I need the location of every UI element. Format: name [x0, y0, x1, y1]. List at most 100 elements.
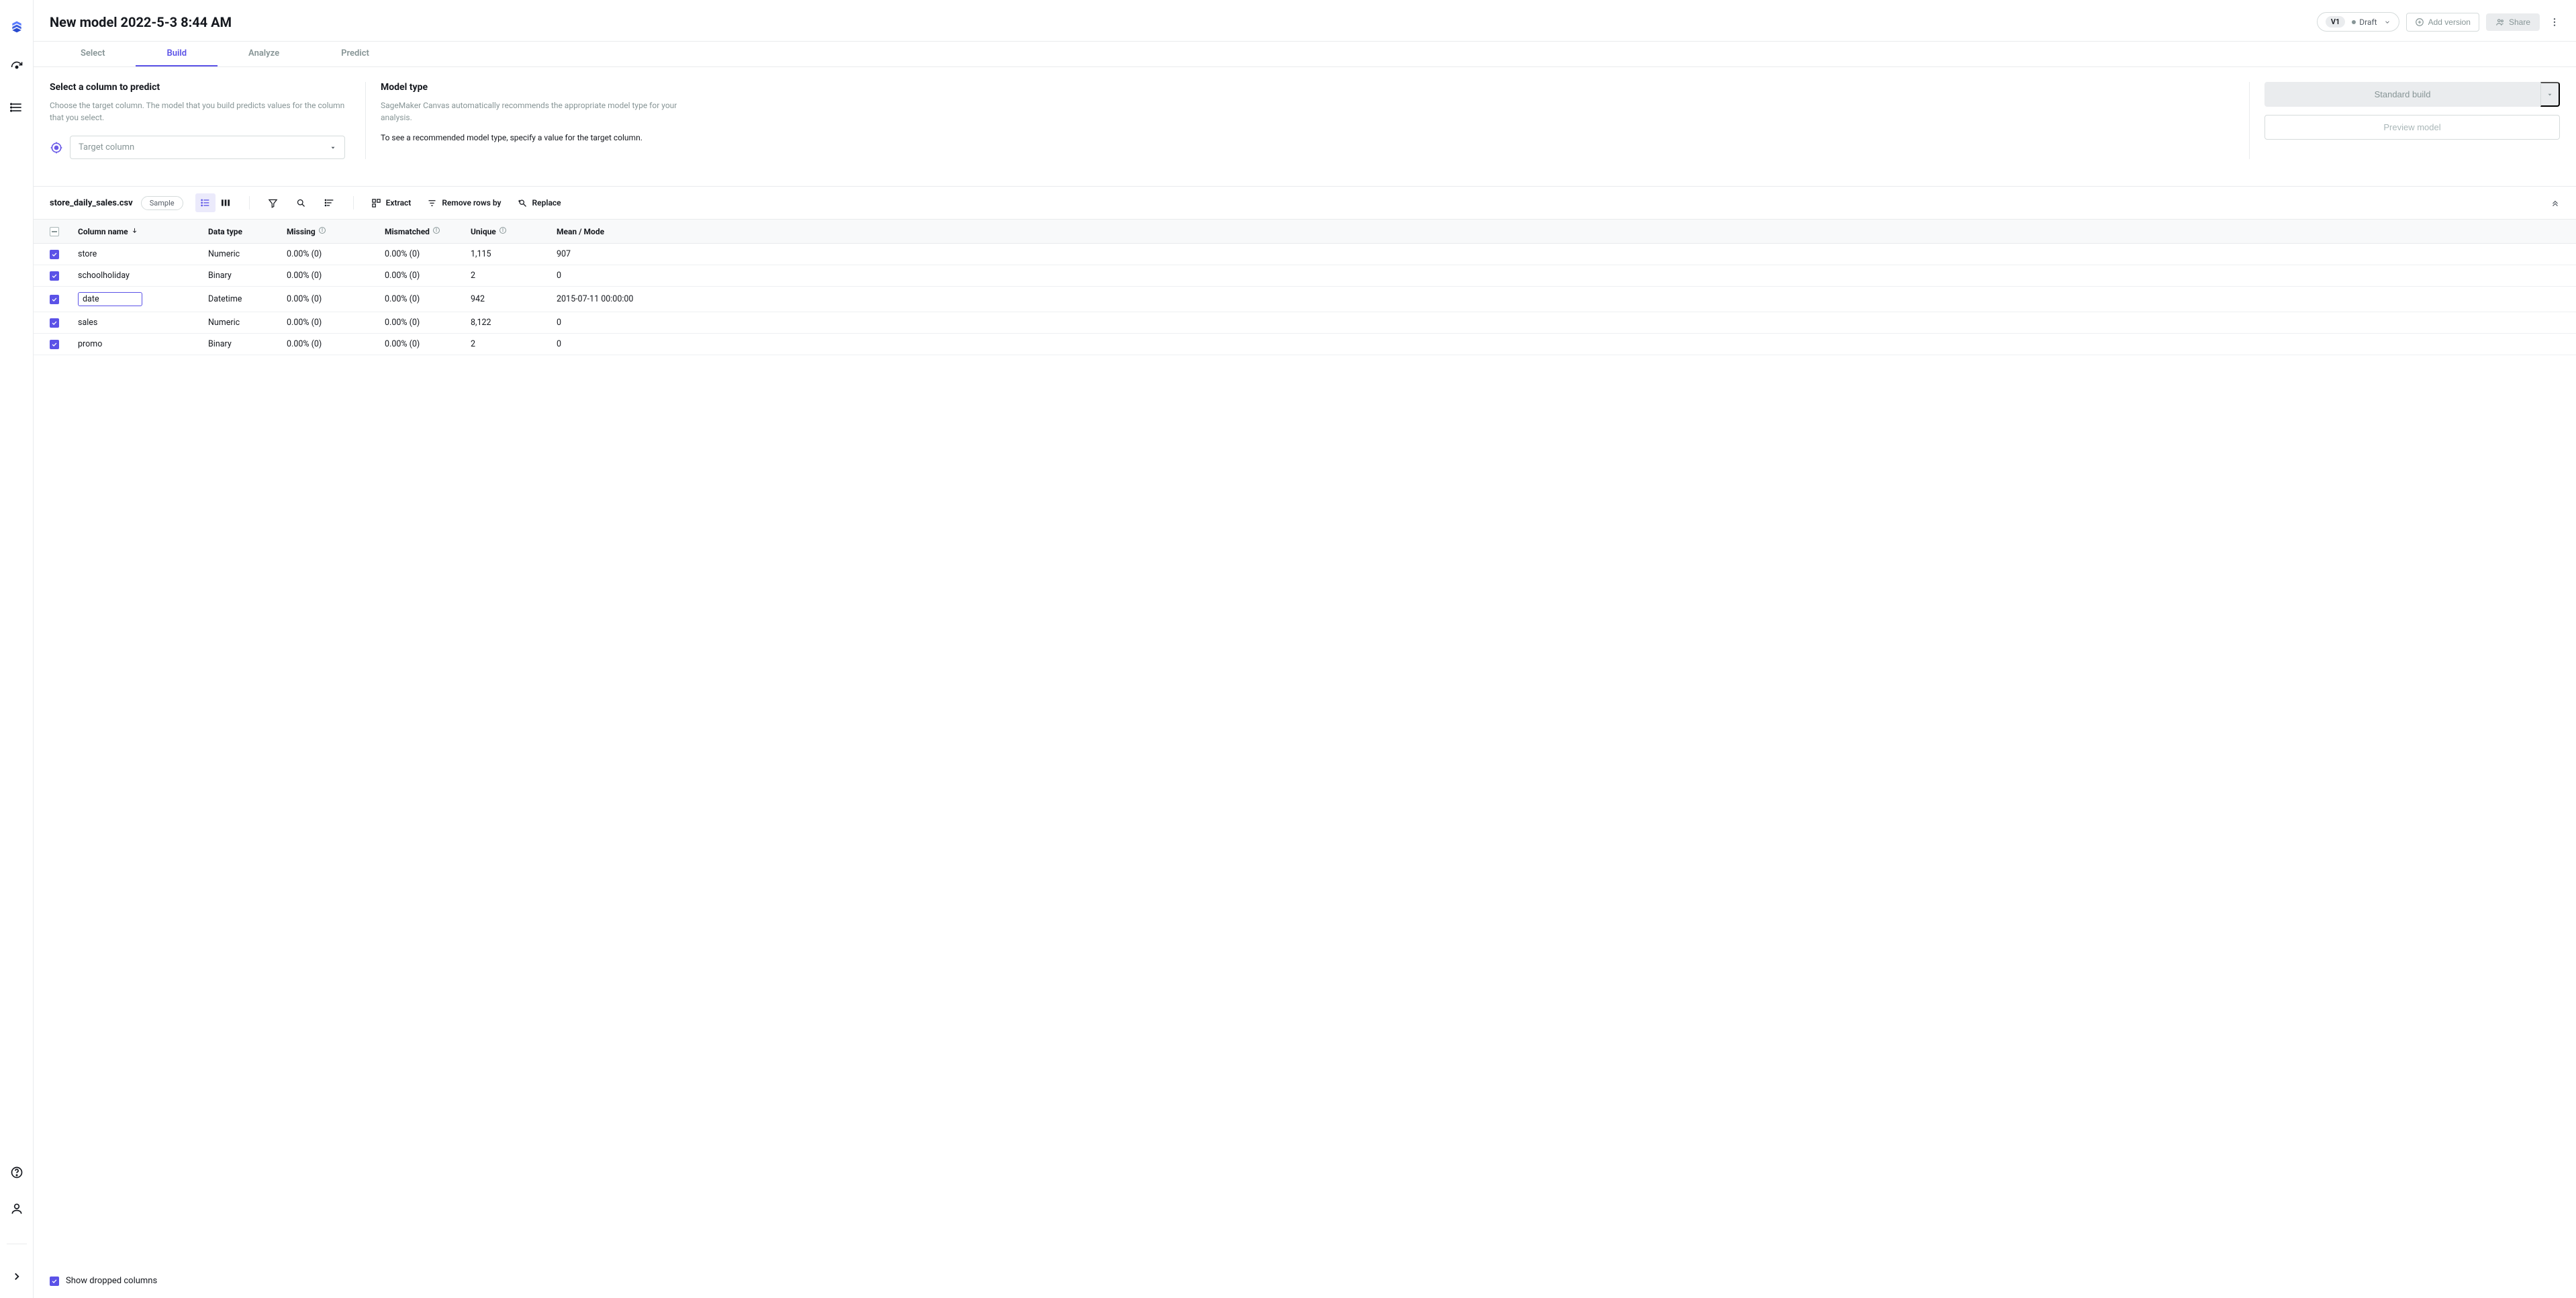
expand-sidebar-icon[interactable]: [9, 1268, 25, 1285]
column-name-cell[interactable]: promo: [78, 339, 102, 349]
model-type-desc2: To see a recommended model type, specify…: [381, 132, 679, 144]
select-all-checkbox[interactable]: [50, 227, 59, 236]
sample-chip[interactable]: Sample: [141, 196, 183, 210]
share-label: Share: [2509, 17, 2530, 27]
mean-mode-cell: 0: [557, 271, 2560, 281]
unique-cell: 8,122: [471, 318, 557, 328]
missing-cell: 0.00% (0): [287, 249, 385, 259]
version-badge: V1: [2326, 16, 2345, 28]
header-unique[interactable]: Unique: [471, 227, 496, 236]
version-status-pill[interactable]: V1 Draft: [2317, 12, 2399, 32]
header-mean-mode[interactable]: Mean / Mode: [557, 227, 604, 236]
main-tabs: Select Build Analyze Predict: [34, 42, 2576, 67]
list-icon[interactable]: [9, 99, 25, 115]
chevron-down-icon: [2384, 19, 2391, 26]
help-icon[interactable]: [9, 1164, 25, 1180]
list-view-button[interactable]: [195, 193, 216, 212]
sort-down-icon: [131, 227, 138, 234]
row-checkbox[interactable]: [50, 271, 59, 281]
config-panel: Select a column to predict Choose the ta…: [34, 67, 2576, 187]
table-row: promo Binary 0.00% (0) 0.00% (0) 2 0: [34, 334, 2576, 355]
status-dot-icon: [2352, 20, 2356, 24]
data-type-cell: Binary: [208, 271, 287, 281]
preview-model-label: Preview model: [2383, 122, 2440, 132]
tab-select[interactable]: Select: [50, 42, 136, 66]
add-version-label: Add version: [2428, 17, 2471, 27]
header-missing[interactable]: Missing: [287, 227, 316, 236]
sort-button[interactable]: [320, 193, 340, 212]
info-icon[interactable]: [318, 226, 326, 234]
left-sidebar: [0, 0, 34, 1298]
logo-icon[interactable]: [9, 19, 25, 35]
unique-cell: 1,115: [471, 249, 557, 259]
info-icon[interactable]: [432, 226, 440, 234]
column-name-cell[interactable]: schoolholiday: [78, 271, 130, 281]
add-version-button[interactable]: Add version: [2406, 13, 2479, 32]
mismatched-cell: 0.00% (0): [385, 339, 471, 349]
table-footer: Show dropped columns: [34, 1266, 2576, 1298]
row-checkbox[interactable]: [50, 340, 59, 349]
missing-cell: 0.00% (0): [287, 318, 385, 328]
row-checkbox[interactable]: [50, 295, 59, 304]
grid-view-button[interactable]: [216, 193, 236, 212]
toolbar-divider: [249, 196, 250, 210]
page-header: New model 2022-5-3 8:44 AM V1 Draft Add …: [34, 0, 2576, 42]
table-header: Column name Data type Missing Mismatched…: [34, 220, 2576, 244]
standard-build-button[interactable]: Standard build: [2264, 82, 2540, 107]
caret-down-icon: [2546, 91, 2553, 98]
columns-table: Column name Data type Missing Mismatched…: [34, 220, 2576, 1266]
row-checkbox[interactable]: [50, 250, 59, 259]
tab-build[interactable]: Build: [136, 42, 218, 66]
missing-cell: 0.00% (0): [287, 271, 385, 281]
table-row: store Numeric 0.00% (0) 0.00% (0) 1,115 …: [34, 244, 2576, 265]
filter-button[interactable]: [263, 193, 283, 212]
header-column-name[interactable]: Column name: [78, 227, 128, 236]
remove-rows-label: Remove rows by: [442, 198, 501, 207]
extract-button[interactable]: Extract: [367, 195, 416, 211]
caret-down-icon: [330, 144, 336, 151]
tab-analyze[interactable]: Analyze: [218, 42, 310, 66]
mismatched-cell: 0.00% (0): [385, 294, 471, 304]
column-name-edit-input[interactable]: date: [78, 292, 142, 306]
data-type-cell: Numeric: [208, 318, 287, 328]
mean-mode-cell: 2015-07-11 00:00:00: [557, 294, 2560, 304]
filter-lines-icon: [427, 198, 437, 208]
status-label: Draft: [2359, 17, 2377, 27]
more-menu-button[interactable]: [2546, 14, 2563, 30]
mismatched-cell: 0.00% (0): [385, 249, 471, 259]
info-icon[interactable]: [499, 226, 507, 234]
header-mismatched[interactable]: Mismatched: [385, 227, 430, 236]
show-dropped-label: Show dropped columns: [66, 1276, 157, 1286]
mismatched-cell: 0.00% (0): [385, 271, 471, 281]
model-type-desc1: SageMaker Canvas automatically recommend…: [381, 99, 679, 124]
standard-build-split: Standard build: [2264, 82, 2560, 107]
data-type-cell: Numeric: [208, 249, 287, 259]
header-data-type[interactable]: Data type: [208, 227, 242, 236]
tab-predict[interactable]: Predict: [310, 42, 400, 66]
replace-icon: [518, 198, 528, 208]
table-row: schoolholiday Binary 0.00% (0) 0.00% (0)…: [34, 265, 2576, 287]
share-button[interactable]: Share: [2486, 13, 2540, 31]
column-name-cell[interactable]: store: [78, 249, 97, 259]
select-column-heading: Select a column to predict: [50, 82, 349, 93]
unique-cell: 2: [471, 271, 557, 281]
collapse-panel-button[interactable]: [2550, 198, 2560, 207]
table-row: date Datetime 0.00% (0) 0.00% (0) 942 20…: [34, 287, 2576, 312]
search-button[interactable]: [291, 193, 312, 212]
mean-mode-cell: 0: [557, 318, 2560, 328]
extract-icon: [371, 198, 381, 208]
model-type-heading: Model type: [381, 82, 679, 93]
row-checkbox[interactable]: [50, 318, 59, 328]
missing-cell: 0.00% (0): [287, 339, 385, 349]
standard-build-dropdown[interactable]: [2540, 82, 2560, 107]
column-name-cell[interactable]: sales: [78, 318, 97, 328]
preview-model-button[interactable]: Preview model: [2264, 115, 2560, 140]
unique-cell: 942: [471, 294, 557, 304]
show-dropped-checkbox[interactable]: [50, 1277, 59, 1286]
target-column-select[interactable]: Target column: [70, 136, 345, 159]
replace-button[interactable]: Replace: [514, 195, 565, 211]
replace-label: Replace: [532, 198, 561, 207]
remove-rows-button[interactable]: Remove rows by: [423, 195, 505, 211]
refresh-icon[interactable]: [9, 59, 25, 75]
user-icon[interactable]: [9, 1201, 25, 1217]
